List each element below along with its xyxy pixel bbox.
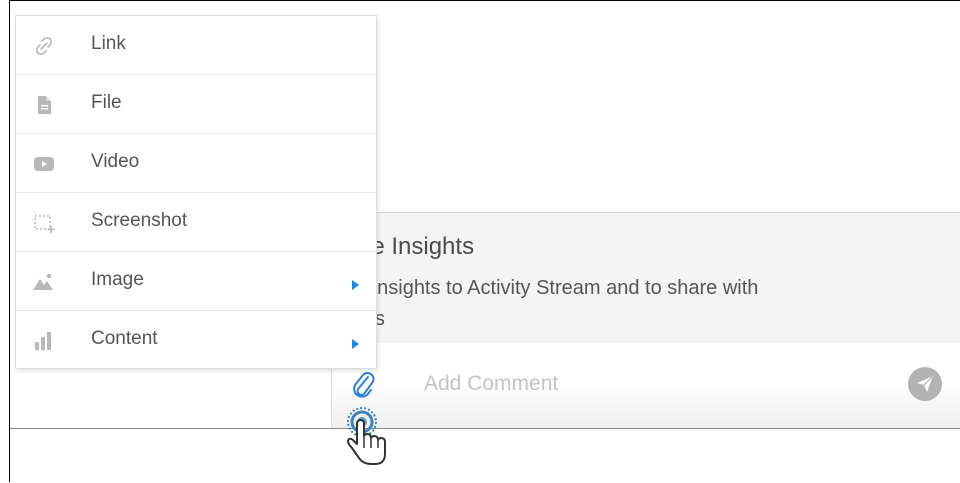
image-icon [32,270,56,294]
menu-item-label: File [91,92,122,113]
menu-item-label: Link [91,33,126,54]
hand-pointer-cursor-icon [343,406,391,478]
menu-item-file[interactable]: File [16,75,376,134]
menu-item-label: Content [91,328,158,349]
menu-item-link[interactable]: Link [16,16,376,75]
menu-item-screenshot[interactable]: Screenshot [16,193,376,252]
menu-item-label: Video [91,151,140,172]
screenshot-icon [32,211,56,235]
insights-panel-text: ave Insights ve insights to Activity Str… [332,213,960,343]
menu-item-video[interactable]: Video [16,134,376,193]
submenu-arrow-icon [352,277,359,290]
menu-item-image[interactable]: Image [16,252,376,311]
send-plane-icon [917,375,934,392]
content-chart-icon [32,329,56,353]
comment-input[interactable] [422,369,896,399]
submenu-arrow-icon [352,336,359,349]
link-icon [32,34,56,58]
paperclip-icon[interactable] [350,369,376,401]
comment-bar [332,343,960,429]
send-comment-button[interactable] [908,367,942,401]
attach-menu: Link File Video Screenshot Image Content [15,15,377,369]
menu-item-label: Image [91,269,144,290]
video-icon [32,152,56,176]
bottom-divider [10,428,960,429]
menu-item-content[interactable]: Content [16,311,376,370]
menu-item-label: Screenshot [91,210,188,231]
insights-panel-description: ve insights to Activity Stream and to sh… [346,277,759,330]
save-insights-panel: ave Insights ve insights to Activity Str… [331,212,960,429]
file-icon [32,93,56,117]
